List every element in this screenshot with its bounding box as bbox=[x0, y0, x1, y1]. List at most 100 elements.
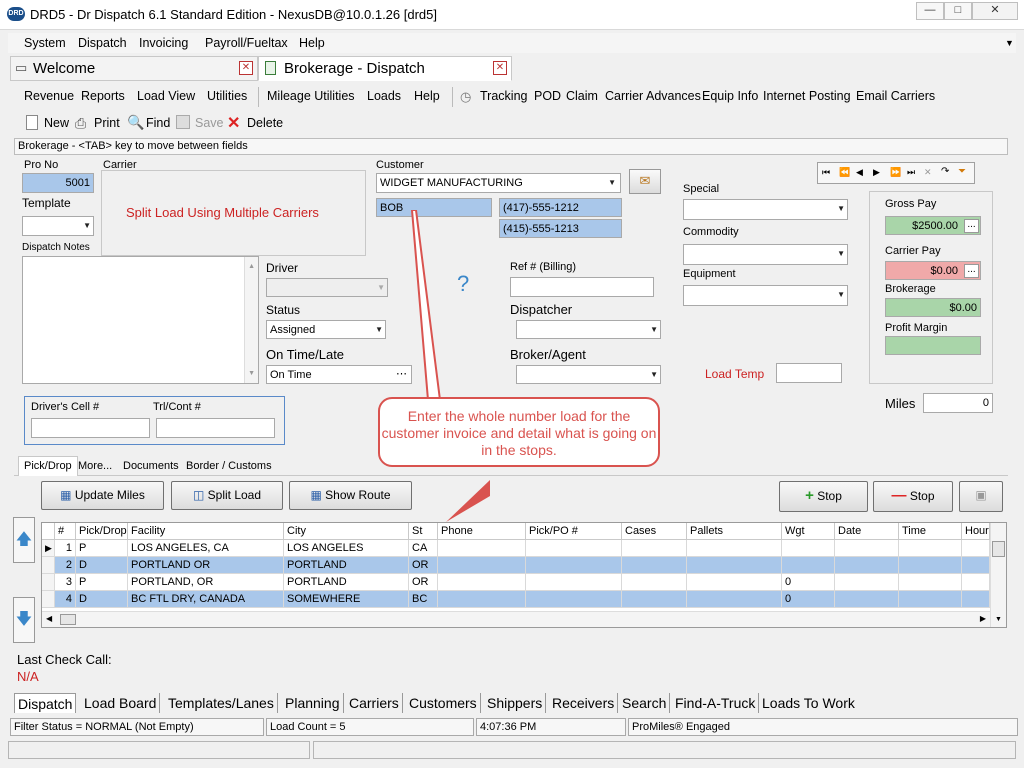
submenu-claim[interactable]: Claim bbox=[566, 89, 598, 103]
printer-icon[interactable]: ⎙ bbox=[75, 115, 86, 132]
grid-cell[interactable] bbox=[899, 540, 962, 557]
submenu-load-view[interactable]: Load View bbox=[137, 89, 195, 103]
tab-more[interactable]: More... bbox=[78, 460, 112, 472]
scroll-thumb[interactable] bbox=[992, 541, 1005, 557]
search-icon[interactable]: 🔍 bbox=[127, 114, 144, 131]
grid-cell[interactable]: OR bbox=[409, 574, 438, 591]
tab-documents[interactable]: Documents bbox=[123, 460, 179, 472]
tab-welcome[interactable]: ▭ Welcome ✕ bbox=[10, 56, 258, 81]
grid-horizontal-scrollbar[interactable]: ◀ ▶ bbox=[42, 611, 990, 627]
grid-cell[interactable] bbox=[526, 574, 622, 591]
grid-cell[interactable] bbox=[438, 557, 526, 574]
grid-cell[interactable] bbox=[962, 591, 990, 608]
grid-cell[interactable] bbox=[962, 557, 990, 574]
submenu-pod[interactable]: POD bbox=[534, 89, 561, 103]
split-load-button[interactable]: ◫ Split Load bbox=[171, 481, 283, 510]
grid-cell[interactable]: P bbox=[76, 540, 128, 557]
new-document-icon[interactable] bbox=[26, 115, 38, 130]
row-indicator[interactable] bbox=[42, 591, 55, 608]
grid-cell[interactable] bbox=[782, 540, 835, 557]
grid-cell[interactable] bbox=[526, 540, 622, 557]
delete-button[interactable]: Delete bbox=[247, 116, 283, 130]
menu-help[interactable]: Help bbox=[299, 36, 325, 50]
scroll-up-icon[interactable]: ▲ bbox=[248, 258, 255, 276]
phone2-field[interactable]: (415)-555-1213 bbox=[499, 219, 622, 238]
grid-cell[interactable]: BC bbox=[409, 591, 438, 608]
tab-find-a-truck[interactable]: Find-A-Truck bbox=[672, 693, 760, 713]
update-miles-button[interactable]: ▦ Update Miles bbox=[41, 481, 164, 510]
grid-cell[interactable] bbox=[687, 574, 782, 591]
close-tab-icon[interactable]: ✕ bbox=[239, 61, 253, 75]
grid-cell[interactable] bbox=[622, 591, 687, 608]
filter-icon[interactable]: ⏷ bbox=[958, 166, 966, 177]
first-record-icon[interactable]: ⏮ bbox=[822, 167, 830, 178]
grid-cell[interactable]: LOS ANGELES, CA bbox=[128, 540, 284, 557]
submenu-mileage-utilities[interactable]: Mileage Utilities bbox=[267, 89, 355, 103]
prior-page-icon[interactable]: ⏪ bbox=[839, 167, 850, 178]
grid-cell[interactable] bbox=[622, 540, 687, 557]
submenu-reports[interactable]: Reports bbox=[81, 89, 125, 103]
grid-cell[interactable]: 3 bbox=[55, 574, 76, 591]
tab-brokerage-dispatch[interactable]: Brokerage - Dispatch ✕ bbox=[258, 56, 512, 81]
grid-cell[interactable]: PORTLAND bbox=[284, 557, 409, 574]
scroll-left-icon[interactable]: ◀ bbox=[46, 614, 52, 623]
submenu-loads[interactable]: Loads bbox=[367, 89, 401, 103]
pro-no-field[interactable]: 5001 bbox=[22, 173, 94, 193]
tab-shippers[interactable]: Shippers bbox=[484, 693, 547, 713]
submenu-internet-posting[interactable]: Internet Posting bbox=[763, 89, 851, 103]
menu-payroll[interactable]: Payroll/Fueltax bbox=[205, 36, 288, 50]
submenu-email-carriers[interactable]: Email Carriers bbox=[856, 89, 935, 103]
ref-billing-field[interactable] bbox=[510, 277, 654, 297]
grid-cell[interactable]: P bbox=[76, 574, 128, 591]
grid-cell[interactable]: OR bbox=[409, 557, 438, 574]
grid-cell[interactable] bbox=[962, 574, 990, 591]
row-indicator[interactable]: ▶ bbox=[42, 540, 55, 557]
dispatcher-select[interactable]: ▼ bbox=[516, 320, 661, 339]
grid-cell[interactable] bbox=[899, 557, 962, 574]
grid-column-header[interactable]: Facility bbox=[128, 523, 284, 540]
submenu-help[interactable]: Help bbox=[414, 89, 440, 103]
grid-cell[interactable] bbox=[899, 591, 962, 608]
maximize-button[interactable]: □ bbox=[944, 2, 972, 20]
grid-column-header[interactable]: Time bbox=[899, 523, 962, 540]
grid-column-header[interactable]: Pick/PO # bbox=[526, 523, 622, 540]
tab-templates-lanes[interactable]: Templates/Lanes bbox=[165, 693, 278, 713]
grid-cell[interactable] bbox=[622, 557, 687, 574]
email-icon[interactable]: ✉ bbox=[629, 169, 661, 194]
submenu-carrier-advances[interactable]: Carrier Advances bbox=[605, 89, 701, 103]
submenu-equip-info[interactable]: Equip Info bbox=[702, 89, 758, 103]
grid-column-header[interactable]: Pallets bbox=[687, 523, 782, 540]
grid-cell[interactable] bbox=[526, 557, 622, 574]
grid-cell[interactable]: CA bbox=[409, 540, 438, 557]
row-indicator[interactable] bbox=[42, 574, 55, 591]
grid-cell[interactable] bbox=[687, 591, 782, 608]
broker-agent-select[interactable]: ▼ bbox=[516, 365, 661, 384]
grid-column-header[interactable]: Wgt bbox=[782, 523, 835, 540]
tab-load-board[interactable]: Load Board bbox=[81, 693, 161, 713]
miles-field[interactable]: 0 bbox=[923, 393, 993, 413]
scroll-down-icon[interactable]: ▼ bbox=[995, 616, 1002, 623]
grid-cell[interactable] bbox=[438, 591, 526, 608]
drivers-cell-field[interactable] bbox=[31, 418, 150, 438]
grid-cell[interactable] bbox=[835, 591, 899, 608]
next-record-icon[interactable]: ▶ bbox=[873, 167, 880, 178]
grid-cell[interactable]: PORTLAND OR bbox=[128, 557, 284, 574]
special-select[interactable]: ▼ bbox=[683, 199, 848, 220]
scroll-thumb[interactable] bbox=[60, 614, 76, 625]
close-window-button[interactable]: ✕ bbox=[972, 2, 1018, 20]
grid-cell[interactable] bbox=[526, 591, 622, 608]
last-record-icon[interactable]: ⏭ bbox=[907, 167, 915, 178]
tab-dispatch[interactable]: Dispatch bbox=[14, 693, 77, 713]
grid-column-header[interactable]: Phone bbox=[438, 523, 526, 540]
grid-cell[interactable]: LOS ANGELES bbox=[284, 540, 409, 557]
grid-column-header[interactable]: St bbox=[409, 523, 438, 540]
grid-column-header[interactable]: Cases bbox=[622, 523, 687, 540]
cancel-edit-icon[interactable]: ✕ bbox=[924, 167, 932, 178]
phone1-field[interactable]: (417)-555-1212 bbox=[499, 198, 622, 217]
row-indicator[interactable] bbox=[42, 557, 55, 574]
commodity-select[interactable]: ▼ bbox=[683, 244, 848, 265]
new-button[interactable]: New bbox=[44, 116, 69, 130]
menu-invoicing[interactable]: Invoicing bbox=[139, 36, 188, 50]
grid-column-header[interactable]: # bbox=[55, 523, 76, 540]
tab-search[interactable]: Search bbox=[619, 693, 671, 713]
